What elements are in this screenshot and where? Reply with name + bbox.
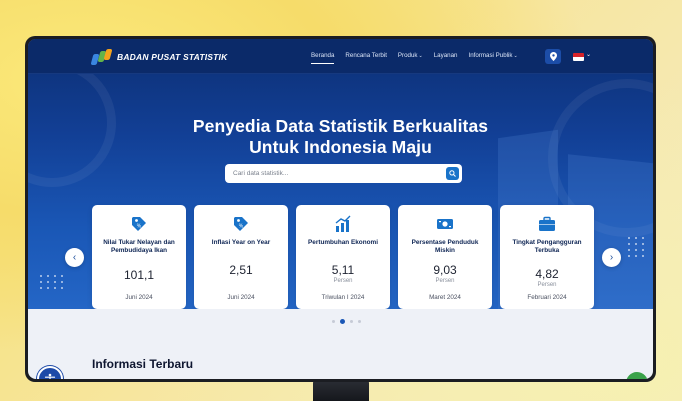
chevron-left-icon: ‹ bbox=[72, 251, 77, 263]
card-unit: Persen bbox=[333, 278, 353, 284]
chevron-right-icon: › bbox=[609, 251, 614, 263]
price-tag-icon: % bbox=[234, 217, 248, 231]
chevron-down-icon: ⌄ bbox=[418, 53, 423, 59]
decorative-dots bbox=[628, 237, 645, 257]
nav-beranda[interactable]: Beranda bbox=[311, 52, 335, 64]
card-period: Maret 2024 bbox=[429, 294, 461, 301]
pagination-dot-active[interactable] bbox=[340, 319, 345, 324]
nav-informasi-publik[interactable]: Informasi Publik⌄ bbox=[468, 52, 517, 59]
search-bar bbox=[225, 164, 462, 183]
money-icon bbox=[437, 219, 453, 229]
logo-text: BADAN PUSAT STATISTIK bbox=[117, 52, 228, 62]
pagination-dot[interactable] bbox=[350, 320, 353, 323]
carousel-prev-button[interactable]: ‹ bbox=[65, 248, 84, 267]
indicator-card-pengangguran[interactable]: Tingkat Pengangguran Terbuka 4,82 Persen… bbox=[500, 205, 594, 309]
card-title: Tingkat Pengangguran Terbuka bbox=[512, 239, 582, 254]
svg-text:%: % bbox=[137, 224, 142, 230]
monitor-frame: BADAN PUSAT STATISTIK Beranda Rencana Te… bbox=[25, 36, 656, 382]
card-unit: Persen bbox=[537, 282, 557, 288]
search-input[interactable] bbox=[233, 170, 433, 177]
nav-produk[interactable]: Produk⌄ bbox=[398, 52, 423, 59]
bar-chart-icon bbox=[335, 215, 351, 232]
card-title: Pertumbuhan Ekonomi bbox=[308, 239, 378, 246]
bps-logo-icon bbox=[90, 49, 113, 65]
nav-layanan[interactable]: Layanan bbox=[434, 52, 458, 59]
nav-rencana-terbit[interactable]: Rencana Terbit bbox=[345, 52, 387, 59]
monitor-stand bbox=[313, 380, 369, 401]
hero-headline-line1: Penyedia Data Statistik Berkualitas bbox=[192, 116, 489, 136]
search-button[interactable] bbox=[446, 167, 459, 180]
top-navbar: BADAN PUSAT STATISTIK Beranda Rencana Te… bbox=[28, 39, 653, 74]
card-value: 9,03 bbox=[433, 263, 457, 277]
card-title: Inflasi Year on Year bbox=[211, 239, 271, 246]
indicator-card-pertumbuhan-ekonomi[interactable]: Pertumbuhan Ekonomi 5,11 Persen Triwulan… bbox=[296, 205, 390, 309]
map-pin-icon bbox=[549, 52, 557, 61]
chevron-down-icon: ⌄ bbox=[513, 53, 518, 59]
hero-headline-line2: Untuk Indonesia Maju bbox=[249, 137, 432, 157]
pagination-dot[interactable] bbox=[332, 320, 335, 323]
indonesia-flag-icon[interactable] bbox=[573, 53, 584, 61]
search-icon bbox=[449, 170, 456, 177]
carousel-next-button[interactable]: › bbox=[602, 248, 621, 267]
hero-section: BADAN PUSAT STATISTIK Beranda Rencana Te… bbox=[28, 39, 653, 309]
accessibility-icon bbox=[44, 373, 56, 379]
nav-label: Rencana Terbit bbox=[345, 52, 387, 59]
indicator-card-nilai-tukar-nelayan[interactable]: % Nilai Tukar Nelayan dan Pembudidaya Ik… bbox=[92, 205, 186, 309]
pagination-dot[interactable] bbox=[358, 320, 361, 323]
indicator-card-inflasi[interactable]: % Inflasi Year on Year 2,51 Juni 2024 bbox=[194, 205, 288, 309]
card-title: Nilai Tukar Nelayan dan Pembudidaya Ikan bbox=[103, 239, 175, 254]
chevron-down-icon[interactable]: ⌄ bbox=[586, 51, 591, 58]
indicator-card-penduduk-miskin[interactable]: Persentase Penduduk Miskin 9,03 Persen M… bbox=[398, 205, 492, 309]
nav-label: Beranda bbox=[311, 52, 335, 59]
card-unit: Persen bbox=[435, 278, 455, 284]
svg-text:%: % bbox=[239, 224, 244, 230]
price-tag-icon: % bbox=[132, 217, 146, 231]
website-screen: BADAN PUSAT STATISTIK Beranda Rencana Te… bbox=[28, 39, 653, 379]
main-nav: Beranda Rencana Terbit Produk⌄ Layanan I… bbox=[311, 52, 529, 64]
card-period: Juni 2024 bbox=[227, 294, 255, 301]
nav-label: Layanan bbox=[433, 52, 458, 59]
card-value: 4,82 bbox=[535, 267, 559, 281]
card-period: Triwulan I 2024 bbox=[321, 294, 365, 301]
accessibility-button[interactable] bbox=[37, 366, 63, 379]
card-period: Februari 2024 bbox=[527, 294, 567, 301]
carousel-pagination bbox=[332, 319, 361, 324]
nav-label: Informasi Publik bbox=[468, 52, 513, 59]
location-button[interactable] bbox=[545, 49, 561, 64]
card-value: 5,11 bbox=[331, 263, 355, 277]
decorative-dots bbox=[40, 275, 64, 289]
chat-widget-button[interactable] bbox=[626, 372, 648, 379]
section-title: Informasi Terbaru bbox=[92, 357, 194, 371]
card-value: 101,1 bbox=[123, 268, 155, 282]
card-period: Juni 2024 bbox=[125, 294, 153, 301]
card-value: 2,51 bbox=[229, 263, 253, 277]
briefcase-icon bbox=[539, 216, 555, 231]
bps-logo[interactable]: BADAN PUSAT STATISTIK bbox=[90, 49, 228, 65]
nav-label: Produk bbox=[397, 52, 418, 59]
card-title: Persentase Penduduk Miskin bbox=[411, 239, 479, 254]
